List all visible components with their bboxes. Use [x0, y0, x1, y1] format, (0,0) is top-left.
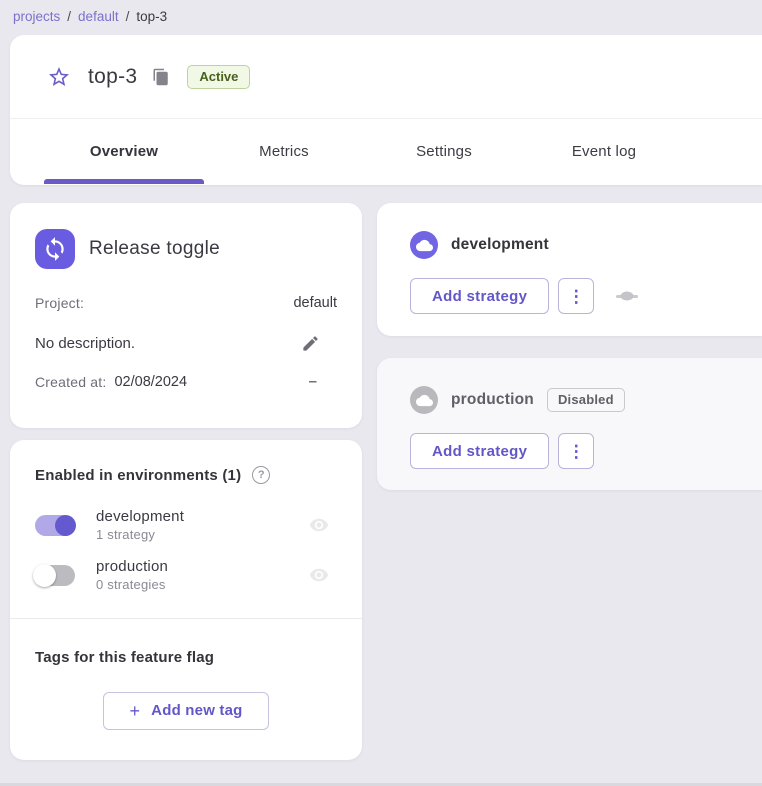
visibility-eye-icon[interactable] — [305, 514, 333, 536]
empty-dash: – — [309, 373, 317, 390]
visibility-eye-icon[interactable] — [305, 564, 333, 586]
tags-title: Tags for this feature flag — [35, 649, 337, 666]
breadcrumb-current: top-3 — [136, 9, 167, 24]
created-label: Created at: — [35, 374, 106, 390]
content-columns: Release toggle Project: default No descr… — [10, 203, 762, 760]
description-row: No description. — [35, 332, 337, 354]
page-title: top-3 — [88, 65, 137, 89]
environment-toggle-production[interactable] — [35, 565, 75, 586]
created-value: 02/08/2024 — [114, 374, 308, 390]
page: projects / default / top-3 top-3 Active … — [0, 0, 762, 760]
flag-details-card: Release toggle Project: default No descr… — [10, 203, 362, 428]
description-text: No description. — [35, 335, 135, 352]
feature-title-row: top-3 Active — [10, 35, 762, 119]
left-column: Release toggle Project: default No descr… — [10, 203, 362, 760]
breadcrumb-link-projects[interactable]: projects — [13, 9, 60, 24]
plus-icon: + — [129, 704, 140, 718]
environment-panel-development: development Add strategy ⋮ — [377, 203, 762, 336]
tab-overview-label: Overview — [90, 143, 158, 160]
environment-toggle-development[interactable] — [35, 515, 75, 536]
tab-overview[interactable]: Overview — [44, 119, 204, 184]
right-column: development Add strategy ⋮ production — [377, 203, 762, 490]
environment-actions: Add strategy ⋮ — [410, 433, 762, 469]
add-new-tag-label: Add new tag — [151, 702, 242, 719]
breadcrumb: projects / default / top-3 — [0, 0, 762, 28]
tab-metrics-label: Metrics — [259, 143, 309, 160]
flag-type-label: Release toggle — [89, 238, 220, 260]
project-value: default — [293, 295, 337, 311]
breadcrumb-link-default[interactable]: default — [78, 9, 119, 24]
add-strategy-button[interactable]: Add strategy — [410, 433, 549, 469]
toggle-thumb — [55, 515, 76, 536]
environment-panel-name: production — [451, 391, 534, 409]
tab-metrics[interactable]: Metrics — [204, 119, 364, 184]
tab-settings[interactable]: Settings — [364, 119, 524, 184]
tab-event-log[interactable]: Event log — [524, 119, 684, 184]
environments-title-row: Enabled in environments (1) ? — [35, 466, 337, 484]
environment-strategy-count: 0 strategies — [96, 577, 305, 592]
environment-row-production: production 0 strategies — [35, 558, 337, 592]
environment-name: development — [96, 508, 305, 525]
environment-panel-header: production Disabled — [410, 386, 762, 414]
environment-row-development: development 1 strategy — [35, 508, 337, 542]
created-row: Created at: 02/08/2024 – — [35, 373, 337, 390]
favorite-star-icon[interactable] — [46, 64, 72, 90]
project-row: Project: default — [35, 295, 337, 311]
project-label: Project: — [35, 295, 84, 311]
breadcrumb-separator: / — [126, 9, 130, 24]
environment-panel-production: production Disabled Add strategy ⋮ — [377, 358, 762, 490]
environments-card: Enabled in environments (1) ? developmen… — [10, 440, 362, 760]
environments-title: Enabled in environments (1) — [35, 467, 241, 484]
environment-labels: development 1 strategy — [96, 508, 305, 542]
add-strategy-button[interactable]: Add strategy — [410, 278, 549, 314]
breadcrumb-separator: / — [67, 9, 71, 24]
tab-event-log-label: Event log — [572, 143, 636, 160]
environment-panel-header: development — [410, 231, 762, 259]
environment-strategy-count: 1 strategy — [96, 527, 305, 542]
flag-type-row: Release toggle — [35, 229, 337, 269]
cloud-icon — [410, 386, 438, 414]
add-tag-wrap: + Add new tag — [35, 692, 337, 730]
cloud-icon — [410, 231, 438, 259]
environment-actions: Add strategy ⋮ — [410, 278, 762, 314]
edit-description-icon[interactable] — [299, 332, 321, 354]
more-options-kebab-button[interactable]: ⋮ — [558, 433, 594, 469]
environment-labels: production 0 strategies — [96, 558, 305, 592]
copy-icon[interactable] — [151, 67, 171, 87]
card-divider — [10, 618, 362, 619]
environment-panel-name: development — [451, 236, 549, 254]
more-options-kebab-button[interactable]: ⋮ — [558, 278, 594, 314]
release-toggle-icon — [35, 229, 75, 269]
status-badge: Active — [187, 65, 250, 89]
strategy-connector-icon — [616, 295, 638, 298]
tabs: Overview Metrics Settings Event log — [10, 119, 762, 184]
feature-header-card: top-3 Active Overview Metrics Settings E… — [10, 35, 762, 185]
environment-name: production — [96, 558, 305, 575]
tab-settings-label: Settings — [416, 143, 472, 160]
toggle-thumb — [33, 564, 56, 587]
disabled-badge: Disabled — [547, 388, 625, 412]
help-icon[interactable]: ? — [252, 466, 270, 484]
add-new-tag-button[interactable]: + Add new tag — [103, 692, 268, 730]
